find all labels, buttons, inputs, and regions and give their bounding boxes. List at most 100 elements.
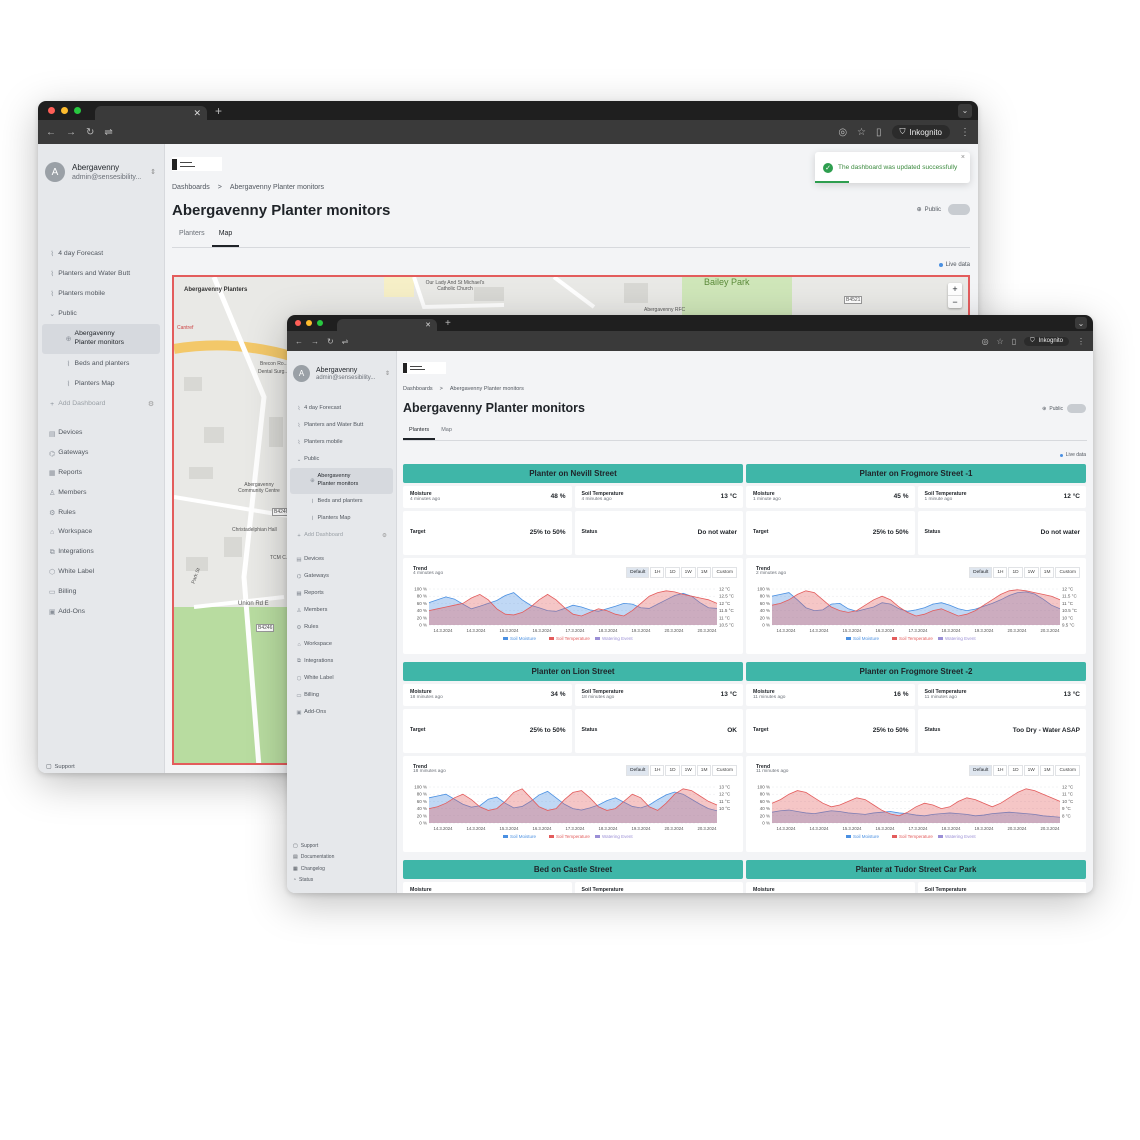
- range-1w-button[interactable]: 1W: [680, 567, 696, 578]
- range-custom-button[interactable]: Custom: [1055, 567, 1080, 578]
- tab-menu-chevron-icon[interactable]: ⌄: [958, 103, 972, 118]
- sidebar-item-rules[interactable]: ⚙ Rules: [42, 503, 160, 523]
- sidebar-item-planters-mobile[interactable]: ⌇ Planters mobile: [290, 434, 393, 451]
- legend-entry[interactable]: Soil Moisture: [510, 834, 537, 839]
- eye-off-icon[interactable]: ◎: [982, 337, 989, 346]
- range-1w-button[interactable]: 1W: [1023, 567, 1039, 578]
- tab-planters[interactable]: Planters: [172, 230, 212, 247]
- sidebar-item-gateways[interactable]: ⌬ Gateways: [290, 568, 393, 585]
- legend-entry[interactable]: Soil Moisture: [853, 636, 880, 641]
- sidebar-item-members[interactable]: ♙ Members: [290, 602, 393, 619]
- range-default-button[interactable]: Default: [969, 567, 993, 578]
- sidebar-item-rules[interactable]: ⚙ Rules: [290, 619, 393, 636]
- range-1h-button[interactable]: 1H: [650, 765, 665, 776]
- legend-entry[interactable]: Soil Moisture: [853, 834, 880, 839]
- legend-entry[interactable]: Soil Moisture: [510, 636, 537, 641]
- public-toggle[interactable]: [948, 204, 970, 215]
- range-1w-button[interactable]: 1W: [1023, 765, 1039, 776]
- back-icon[interactable]: ←: [46, 127, 56, 138]
- legend-entry[interactable]: Soil Temperature: [556, 636, 590, 641]
- sidebar-item-abergavenny-planter-monitors[interactable]: ⊕ Abergavenny Planter monitors: [42, 324, 160, 354]
- forward-icon[interactable]: →: [66, 127, 76, 138]
- range-1m-button[interactable]: 1M: [1039, 567, 1055, 578]
- sidebar-item-workspace[interactable]: ⌂ Workspace: [42, 523, 160, 543]
- dashboard-settings-icon[interactable]: ⚙: [148, 400, 154, 408]
- trend-chart[interactable]: 100 % 13 °C 80 % 12 °C 60 % 11 °C 40 % 10 °C 20 …: [403, 783, 743, 845]
- eye-off-icon[interactable]: ◎: [838, 127, 847, 138]
- new-tab-icon[interactable]: +: [445, 318, 451, 329]
- range-default-button[interactable]: Default: [626, 567, 650, 578]
- tab-planters[interactable]: Planters: [403, 427, 436, 440]
- range-1d-button[interactable]: 1D: [665, 567, 680, 578]
- range-1h-button[interactable]: 1H: [993, 567, 1008, 578]
- range-custom-button[interactable]: Custom: [712, 765, 737, 776]
- sidebar-item-workspace[interactable]: ⌂ Workspace: [290, 636, 393, 653]
- incognito-badge[interactable]: ⛉ Inkognito: [891, 125, 950, 139]
- sidepanel-icon[interactable]: ▯: [876, 127, 882, 138]
- footer-link-changelog[interactable]: ▦ Changelog: [293, 863, 334, 875]
- legend-entry[interactable]: Watering Event: [602, 834, 633, 839]
- range-1h-button[interactable]: 1H: [650, 567, 665, 578]
- sidebar-item-billing[interactable]: ▭ Billing: [42, 582, 160, 602]
- range-1d-button[interactable]: 1D: [1008, 567, 1023, 578]
- sidebar-item-4-day-forecast[interactable]: ⌇ 4 day Forecast: [290, 400, 393, 417]
- sidebar-item-beds-and-planters[interactable]: ⌇ Beds and planters: [290, 494, 393, 511]
- sidebar-item-planters-map[interactable]: ⌇ Planters Map: [42, 374, 160, 394]
- range-1d-button[interactable]: 1D: [665, 765, 680, 776]
- site-settings-icon[interactable]: ⇌: [342, 337, 349, 346]
- footer-link-support[interactable]: ▢ Support: [46, 760, 93, 773]
- window-controls[interactable]: [287, 320, 323, 326]
- browser-menu-icon[interactable]: ⋮: [1077, 337, 1085, 346]
- sidebar-item-billing[interactable]: ▭ Billing: [290, 687, 393, 704]
- site-settings-icon[interactable]: ⇌: [104, 127, 112, 138]
- sidebar-item-white-label[interactable]: ⬡ White Label: [42, 563, 160, 583]
- sidebar-item-integrations[interactable]: ⧉ Integrations: [290, 653, 393, 670]
- range-1m-button[interactable]: 1M: [696, 567, 712, 578]
- close-tab-icon[interactable]: ✕: [193, 108, 201, 119]
- account-switcher[interactable]: A Abergavenny admin@sensesibility... ⇕: [287, 351, 396, 382]
- legend-entry[interactable]: Watering Event: [602, 636, 633, 641]
- sidebar-item-white-label[interactable]: ⬡ White Label: [290, 670, 393, 687]
- account-switcher[interactable]: A Abergavenny admin@sensesibility... ⇕: [38, 144, 164, 182]
- footer-link-status[interactable]: ◔ Status: [293, 875, 334, 887]
- range-default-button[interactable]: Default: [969, 765, 993, 776]
- sidebar-item-add-dashboard[interactable]: + Add Dashboard ⚙: [290, 528, 393, 545]
- sidebar-item-abergavenny-planter-monitors[interactable]: ⊕ Abergavenny Planter monitors: [290, 468, 393, 494]
- reload-icon[interactable]: ↻: [327, 337, 334, 346]
- sidebar-item-beds-and-planters[interactable]: ⌇ Beds and planters: [42, 354, 160, 374]
- sidebar-item-planters-and-water-butt[interactable]: ⌇ Planters and Water Butt: [290, 417, 393, 434]
- sidebar-item-planters-map[interactable]: ⌇ Planters Map: [290, 511, 393, 528]
- range-1w-button[interactable]: 1W: [680, 765, 696, 776]
- star-icon[interactable]: ☆: [997, 337, 1004, 346]
- range-1h-button[interactable]: 1H: [993, 765, 1008, 776]
- range-custom-button[interactable]: Custom: [712, 567, 737, 578]
- trend-chart[interactable]: 100 % 12 °C 80 % 11 °C 60 % 10 °C 40 % 9 °C 20 %…: [746, 783, 1086, 845]
- trend-chart[interactable]: 100 % 12 °C 80 % 12.5 °C 60 % 12 °C 40 % 11.5 °…: [403, 585, 743, 647]
- sidepanel-icon[interactable]: ▯: [1012, 337, 1016, 346]
- star-icon[interactable]: ☆: [857, 127, 866, 138]
- reload-icon[interactable]: ↻: [86, 127, 94, 138]
- zoom-in-button[interactable]: +: [948, 283, 962, 295]
- breadcrumb-root[interactable]: Dashboards: [403, 386, 433, 392]
- breadcrumb-root[interactable]: Dashboards: [172, 184, 210, 191]
- new-tab-icon[interactable]: +: [215, 104, 222, 118]
- range-default-button[interactable]: Default: [626, 765, 650, 776]
- range-custom-button[interactable]: Custom: [1055, 765, 1080, 776]
- legend-entry[interactable]: Soil Temperature: [556, 834, 590, 839]
- sidebar-item-reports[interactable]: ▦ Reports: [290, 585, 393, 602]
- sidebar-item-public[interactable]: ⌄ Public: [42, 304, 160, 324]
- tab-map[interactable]: Map: [211, 230, 240, 247]
- dashboard-settings-icon[interactable]: ⚙: [382, 533, 387, 539]
- browser-tab[interactable]: ✕: [95, 106, 207, 120]
- forward-icon[interactable]: →: [311, 337, 319, 346]
- sidebar-item-reports[interactable]: ▦ Reports: [42, 464, 160, 484]
- sidebar-item-gateways[interactable]: ⌬ Gateways: [42, 444, 160, 464]
- footer-link-support[interactable]: ▢ Support: [293, 840, 334, 852]
- range-1m-button[interactable]: 1M: [1039, 765, 1055, 776]
- browser-tab[interactable]: ✕: [337, 319, 437, 331]
- sidebar-item-public[interactable]: ⌄ Public: [290, 451, 393, 468]
- sidebar-item-devices[interactable]: ▤ Devices: [42, 424, 160, 444]
- legend-entry[interactable]: Watering Event: [945, 636, 976, 641]
- legend-entry[interactable]: Watering Event: [945, 834, 976, 839]
- close-tab-icon[interactable]: ✕: [425, 321, 431, 329]
